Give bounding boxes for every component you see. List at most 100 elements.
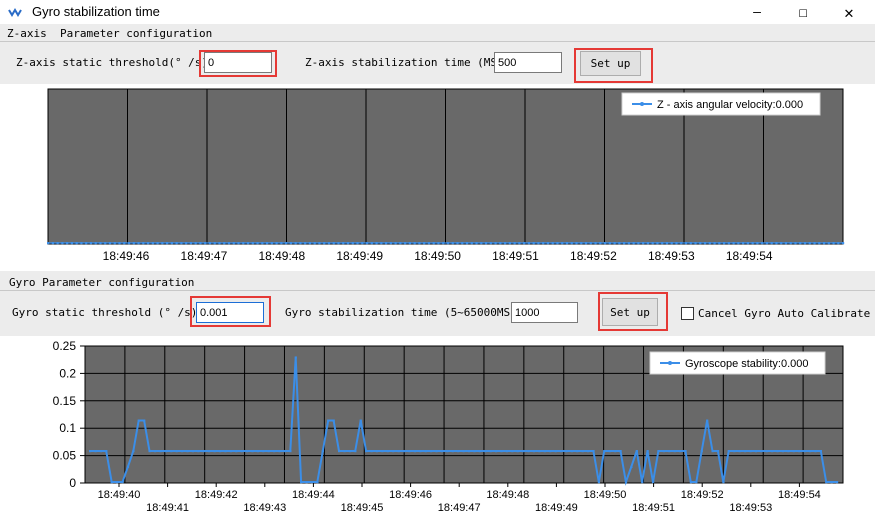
data-point (542, 242, 545, 245)
data-point (722, 481, 725, 484)
data-point (273, 449, 276, 453)
data-point (527, 449, 530, 453)
data-point (204, 242, 207, 245)
data-point (423, 242, 426, 245)
data-point (570, 242, 573, 245)
close-button[interactable]: ✕ (826, 0, 872, 24)
data-point (803, 242, 807, 245)
data-point (661, 242, 664, 245)
data-point (99, 449, 103, 453)
data-point (397, 449, 400, 453)
data-point (166, 242, 169, 245)
data-point (242, 242, 245, 245)
data-point (699, 242, 702, 245)
data-point (576, 449, 579, 453)
data-point (356, 242, 359, 245)
data-point (110, 481, 113, 484)
data-point (641, 481, 644, 484)
data-point (711, 449, 714, 453)
data-point (494, 242, 497, 245)
data-point (559, 449, 563, 453)
data-point (418, 242, 421, 245)
minimize-icon: — (753, 4, 761, 20)
data-point (294, 356, 297, 359)
x-tick-label: 18:49:48 (258, 249, 305, 263)
data-point (561, 242, 564, 245)
data-point (716, 449, 720, 453)
data-point (51, 242, 54, 245)
data-point (180, 242, 183, 245)
z-setup-button[interactable]: Set up (580, 51, 641, 76)
data-point (153, 449, 157, 453)
data-point (703, 242, 707, 245)
data-point (118, 242, 121, 245)
cancel-auto-calibrate-checkbox[interactable] (681, 307, 694, 320)
data-point (614, 449, 617, 453)
gyro-setup-button[interactable]: Set up (602, 298, 658, 326)
data-point (313, 242, 316, 245)
legend-marker (640, 102, 644, 106)
data-point (318, 242, 321, 245)
data-point (722, 242, 726, 245)
data-point (197, 449, 200, 453)
data-point (245, 449, 249, 453)
data-point (478, 449, 481, 453)
data-point (513, 242, 516, 245)
data-point (662, 449, 665, 453)
data-point (803, 449, 806, 453)
data-point (523, 242, 526, 245)
data-point (613, 242, 616, 245)
data-point (181, 449, 184, 453)
maximize-button[interactable]: ☐ (780, 0, 826, 24)
data-point (713, 242, 716, 245)
data-point (489, 449, 492, 453)
data-point (132, 449, 135, 453)
data-point (440, 449, 444, 453)
data-point (538, 449, 541, 453)
data-point (599, 242, 602, 245)
data-point (718, 242, 721, 245)
minimize-button[interactable]: — (734, 0, 780, 24)
z-time-input[interactable] (494, 52, 562, 73)
gyro-time-input[interactable] (511, 302, 578, 323)
data-point (708, 242, 711, 245)
data-point (394, 242, 397, 245)
data-point (404, 242, 407, 245)
data-point (799, 242, 802, 245)
data-point (679, 449, 682, 453)
data-point (465, 242, 469, 245)
x-tick-label: 18:49:44 (292, 489, 335, 501)
data-point (695, 481, 698, 484)
data-point (375, 449, 379, 453)
data-point (765, 242, 769, 245)
data-point (489, 242, 492, 245)
data-point (792, 449, 795, 453)
data-point (689, 481, 693, 484)
x-tick-label: 18:49:40 (98, 489, 141, 501)
data-point (500, 449, 503, 453)
data-point (632, 242, 635, 245)
data-point (113, 242, 116, 245)
data-point (694, 242, 697, 245)
data-point (830, 481, 833, 484)
gyro-threshold-input[interactable] (196, 302, 264, 323)
data-point (836, 481, 839, 484)
data-point (775, 242, 778, 245)
data-point (814, 449, 817, 453)
data-point (580, 242, 583, 245)
data-point (123, 242, 126, 245)
gyro-divider (0, 290, 875, 291)
close-icon: ✕ (844, 2, 854, 22)
z-threshold-input[interactable] (204, 52, 272, 73)
gyro-group-title: Gyro Parameter configuration (9, 276, 195, 289)
data-point (56, 242, 59, 245)
data-point (142, 242, 145, 245)
data-point (504, 242, 507, 245)
data-point (235, 449, 238, 453)
data-point (294, 242, 297, 245)
data-point (700, 449, 703, 453)
x-tick-label: 18:49:50 (414, 249, 461, 263)
data-point (237, 242, 240, 245)
data-point (232, 242, 235, 245)
data-point (419, 449, 422, 453)
